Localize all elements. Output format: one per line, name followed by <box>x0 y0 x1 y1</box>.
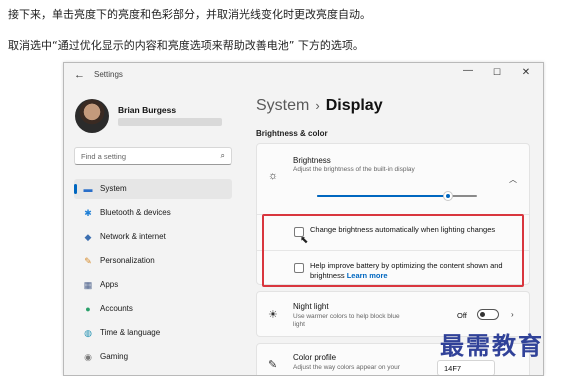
sidebar-item-label: Network & internet <box>100 232 166 241</box>
night-light-toggle[interactable] <box>477 309 499 320</box>
back-arrow-icon[interactable]: ← <box>74 69 85 81</box>
person-icon: ● <box>85 304 91 314</box>
color-profile-subtitle: Adjust the way colors appear on your <box>293 364 400 371</box>
sidebar-item-time-language[interactable]: ◍ Time & language <box>74 323 232 343</box>
monitor-icon: ▬ <box>83 184 93 194</box>
night-light-state: Off <box>457 311 467 320</box>
learn-more-link[interactable]: Learn more <box>347 271 388 280</box>
battery-optimize-label: Help improve battery by optimizing the c… <box>310 261 510 281</box>
avatar[interactable] <box>75 99 109 133</box>
chevron-right-icon[interactable]: › <box>511 310 514 319</box>
sidebar-item-gaming[interactable]: ◉ Gaming <box>74 347 232 367</box>
sun-half-icon: ☀ <box>268 309 278 321</box>
window-title: Settings <box>94 70 123 79</box>
sidebar-item-network-internet[interactable]: ◆ Network & internet <box>74 227 232 247</box>
gamepad-icon: ◉ <box>84 352 92 362</box>
chevron-up-icon[interactable]: ︿ <box>509 174 517 185</box>
night-light-title: Night light <box>293 302 329 311</box>
color-profile-value: 14F7 <box>444 364 462 373</box>
instruction-line-2: 取消选中“通过优化显示的内容和亮度选项来帮助改善电池” 下方的选项。 <box>8 39 364 52</box>
brightness-slider-thumb[interactable] <box>443 191 454 201</box>
breadcrumb: System › Display <box>256 97 383 115</box>
user-name: Brian Burgess <box>118 105 177 115</box>
night-light-subtitle: Use warmer colors to help block blue lig… <box>293 313 400 328</box>
brightness-subtitle: Adjust the brightness of the built-in di… <box>293 166 415 173</box>
section-title: Brightness & color <box>256 129 328 138</box>
apps-icon: ▦ <box>83 280 93 290</box>
sidebar-item-label: Personalization <box>100 256 155 265</box>
search-input[interactable]: Find a setting ⌕ <box>74 147 232 165</box>
maximize-button[interactable]: ☐ <box>490 67 504 78</box>
sidebar-item-label: Gaming <box>100 352 129 361</box>
sidebar-item-bluetooth-devices[interactable]: ✱ Bluetooth & devices <box>74 203 232 223</box>
brightness-title: Brightness <box>293 156 331 165</box>
page-title: Display <box>325 97 383 114</box>
sidebar-item-label: Accounts <box>100 304 133 313</box>
title-bar: ← Settings — ☐ ✕ <box>64 63 543 87</box>
wifi-icon: ◆ <box>84 232 92 242</box>
search-icon: ⌕ <box>220 151 225 160</box>
globe-clock-icon: ◍ <box>84 328 92 338</box>
watermark-logo: 最需教育 <box>440 331 544 360</box>
sun-icon: ☼ <box>268 170 279 182</box>
sidebar-item-label: Apps <box>100 280 119 289</box>
search-placeholder: Find a setting <box>81 152 127 161</box>
pen-icon: ✎ <box>268 359 278 371</box>
minimize-button[interactable]: — <box>461 65 475 76</box>
mouse-cursor-icon: ⬉ <box>300 235 309 246</box>
instruction-line-1: 接下来，单击亮度下的亮度和色彩部分，并取消光线变化时更改亮度自动。 <box>8 8 371 21</box>
bluetooth-icon: ✱ <box>84 208 92 218</box>
sidebar-item-personalization[interactable]: ✎ Personalization <box>74 251 232 271</box>
breadcrumb-parent[interactable]: System <box>256 97 309 114</box>
sidebar-item-label: Bluetooth & devices <box>100 208 171 217</box>
user-email-redacted <box>118 118 222 126</box>
sidebar-item-accounts[interactable]: ● Accounts <box>74 299 232 319</box>
sidebar-item-label: System <box>100 184 127 193</box>
brightness-slider-fill <box>317 195 449 197</box>
sidebar-item-apps[interactable]: ▦ Apps <box>74 275 232 295</box>
paintbrush-icon: ✎ <box>84 256 92 266</box>
color-profile-title: Color profile <box>293 353 337 362</box>
battery-optimize-text: Help improve battery by optimizing the c… <box>310 261 503 280</box>
battery-optimize-checkbox[interactable] <box>294 263 304 273</box>
sidebar-item-label: Time & language <box>100 328 161 337</box>
sidebar-item-system[interactable]: ▬ System <box>74 179 232 199</box>
breadcrumb-separator: › <box>315 98 320 113</box>
toggle-knob <box>480 312 485 317</box>
auto-brightness-label: Change brightness automatically when lig… <box>310 225 496 234</box>
brightness-slider[interactable] <box>317 191 477 201</box>
close-button[interactable]: ✕ <box>519 67 533 78</box>
